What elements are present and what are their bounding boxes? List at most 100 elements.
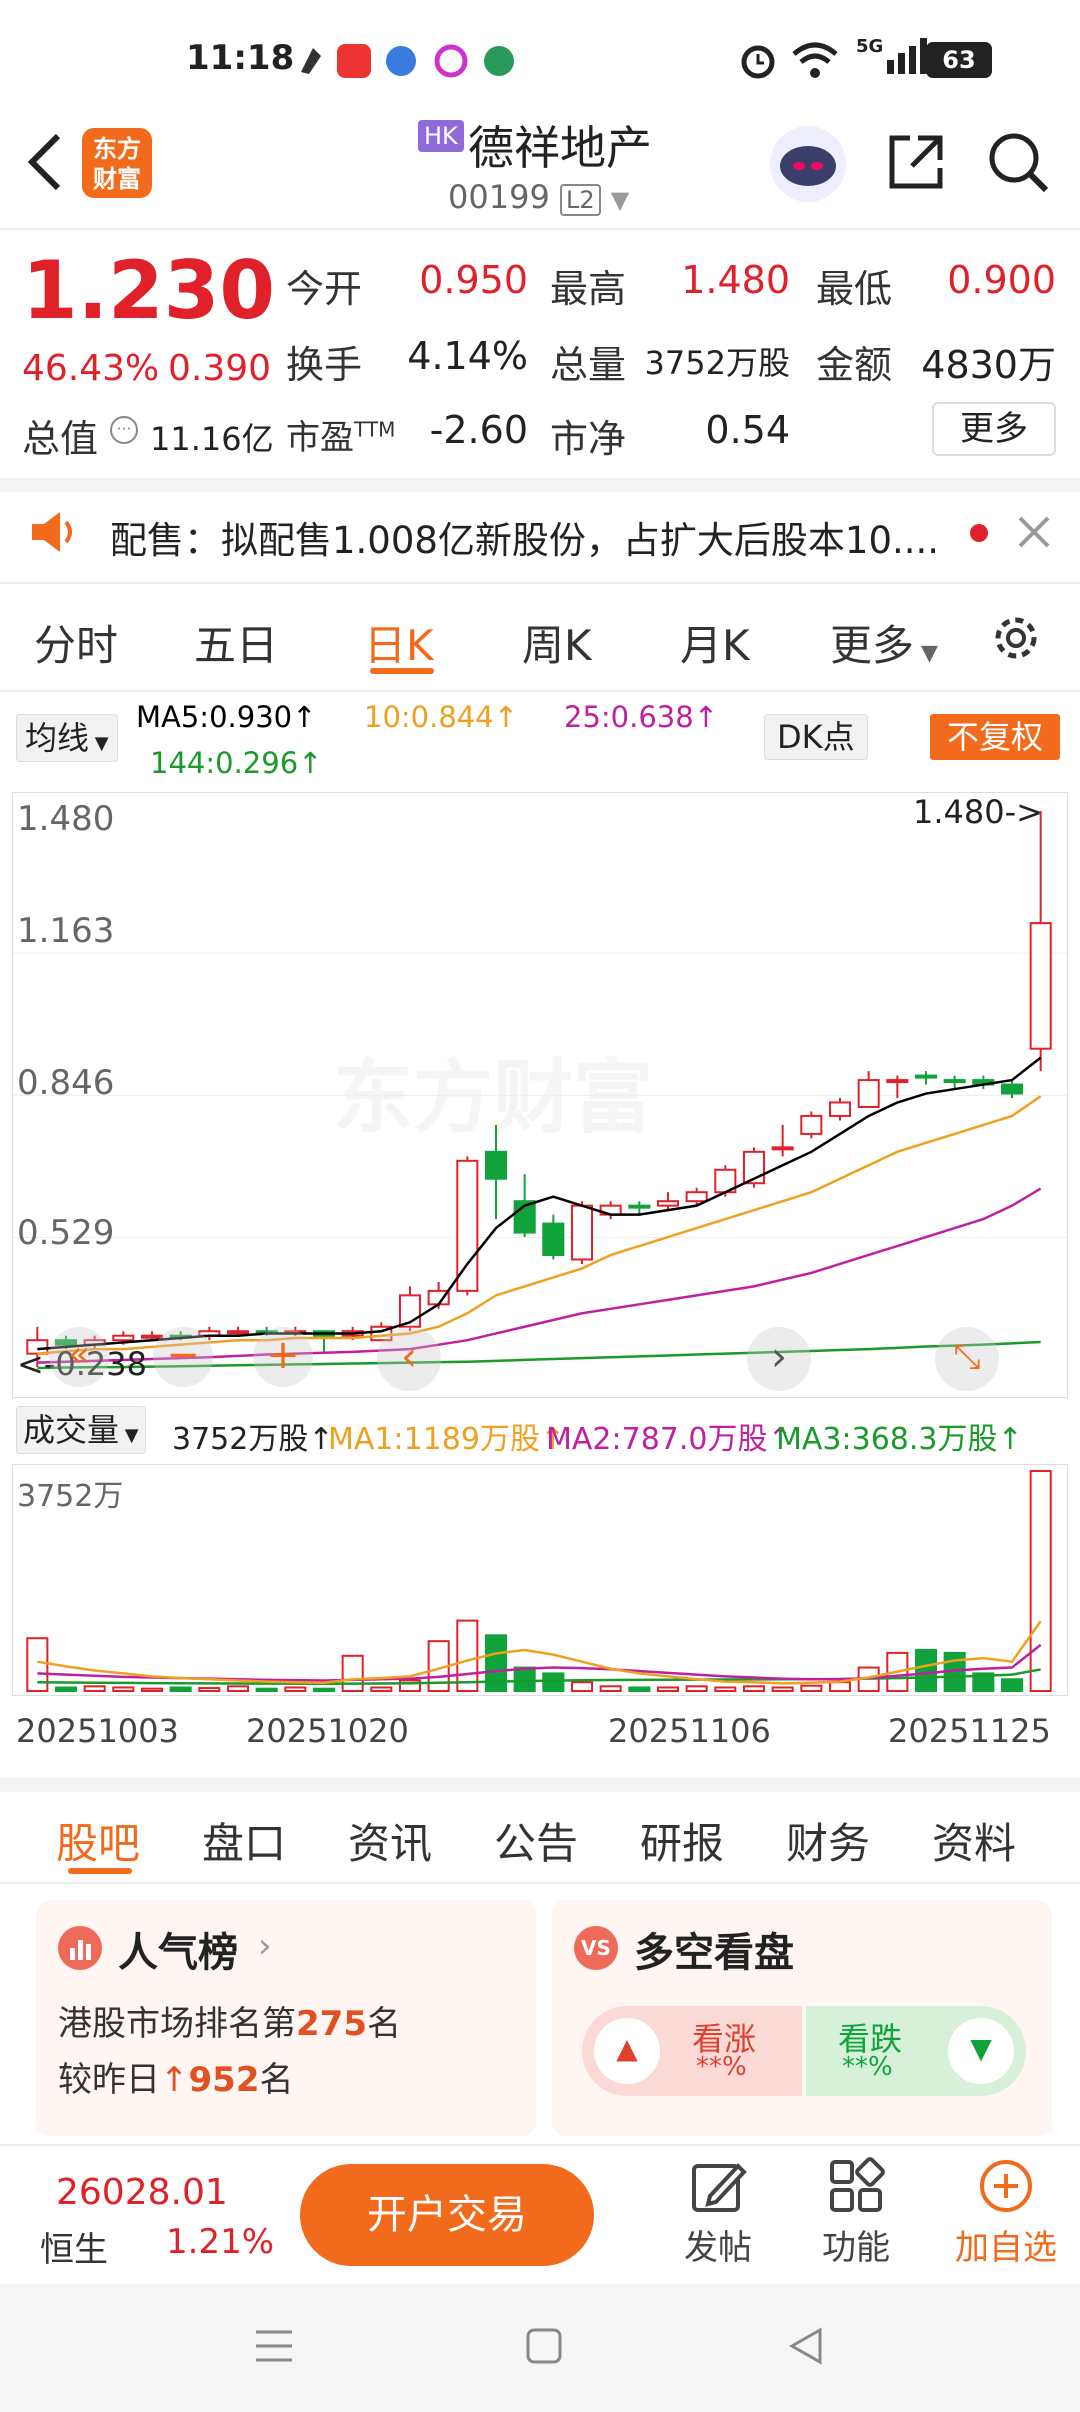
- fullscreen-icon[interactable]: ⤡: [935, 1327, 999, 1391]
- pe-label: 市盈TTM: [286, 410, 395, 459]
- bull-bear-card: VS 多空看盘 ▲ 看涨 **% 看跌 **% ▼: [552, 1900, 1052, 2136]
- candle-body: [656, 1200, 680, 1207]
- market-badge: HK: [418, 120, 464, 152]
- index-name: 恒生: [40, 2230, 108, 2270]
- more-button[interactable]: 更多: [932, 402, 1056, 456]
- active-content-tab-indicator: [68, 1868, 132, 1874]
- kline-svg: [13, 811, 1067, 1370]
- pb-value: 0.54: [705, 408, 790, 452]
- stock-code: 00199: [448, 178, 550, 216]
- volume-bar: [800, 1684, 823, 1692]
- function-button[interactable]: 功能: [806, 2156, 906, 2269]
- volume-bar: [742, 1685, 766, 1693]
- volume-bar: [284, 1686, 307, 1692]
- tab-more[interactable]: 更多 ▼: [830, 612, 938, 673]
- change-percent: 46.43%: [22, 348, 160, 389]
- candle-body: [1029, 922, 1052, 1050]
- amount-value: 4830万: [921, 343, 1056, 387]
- gear-icon[interactable]: [990, 612, 1042, 668]
- add-watchlist-button[interactable]: 加自选: [946, 2156, 1066, 2269]
- volume-value: 3752万股: [644, 344, 790, 382]
- candle-body: [685, 1191, 708, 1203]
- info-icon[interactable]: ···: [110, 416, 138, 444]
- pe-label-text: 市盈: [286, 418, 354, 458]
- candle-body: [886, 1079, 909, 1084]
- caret-down-icon: ▼: [914, 641, 938, 666]
- volume-bar: [513, 1666, 536, 1692]
- zoom-out-icon[interactable]: −: [153, 1327, 213, 1387]
- tab-daily-k[interactable]: 日K: [364, 612, 434, 673]
- candle-body: [226, 1330, 250, 1335]
- speaker-icon: [30, 510, 80, 558]
- tab-profile[interactable]: 资料: [932, 1810, 1016, 1871]
- tab-research[interactable]: 研报: [640, 1810, 724, 1871]
- ma144-value: 144:0.296↑: [150, 746, 323, 780]
- popularity-card[interactable]: 人气榜 › 港股市场排名第275名 较昨日↑952名: [36, 1900, 536, 2136]
- home-nav-icon[interactable]: [524, 2326, 564, 2370]
- volume-label: 总量: [550, 343, 627, 387]
- volume-bar: [255, 1687, 278, 1693]
- tab-financials[interactable]: 财务: [786, 1810, 870, 1871]
- menu-nav-icon[interactable]: [254, 2326, 294, 2370]
- dk-selector[interactable]: DK点: [764, 714, 868, 760]
- ma-selector[interactable]: 均线 ▼: [16, 714, 118, 762]
- price-label-3: 0.846: [17, 1063, 115, 1103]
- chevron-right-icon: ›: [258, 1926, 272, 1966]
- candle-body: [456, 1159, 479, 1292]
- grid-icon: [830, 2157, 885, 2212]
- stock-code-selector[interactable]: 00199 L2 ▼: [448, 178, 629, 216]
- ma5-line: [37, 1056, 1042, 1351]
- pe-ttm: TTM: [354, 417, 396, 442]
- robot-assistant-icon[interactable]: [770, 126, 846, 202]
- price-label-max: 1.480: [17, 799, 115, 839]
- bull-bear-title: 多空看盘: [634, 1930, 794, 1976]
- logo-line1: 东方: [93, 135, 141, 163]
- index-value[interactable]: 26028.01: [56, 2172, 228, 2213]
- close-icon[interactable]: [1016, 514, 1052, 554]
- search-icon[interactable]: [986, 130, 1050, 198]
- bull-button[interactable]: ▲ 看涨 **%: [582, 2006, 802, 2096]
- tab-orderbook[interactable]: 盘口: [202, 1810, 286, 1871]
- active-tab-indicator: [370, 668, 434, 674]
- signal-icon: 5G: [856, 36, 933, 76]
- volume-bar: [312, 1687, 336, 1693]
- notice-text: 配售：拟配售1.008亿新股份，占扩大后股本10....: [110, 519, 940, 562]
- volume-bar: [914, 1648, 938, 1693]
- tab-five-day[interactable]: 五日: [194, 612, 278, 673]
- indicator-selector[interactable]: 成交量 ▼: [16, 1406, 146, 1454]
- tab-monthly-k[interactable]: 月K: [680, 612, 750, 673]
- volume-bar: [1000, 1678, 1024, 1692]
- bear-button[interactable]: 看跌 **% ▼: [806, 2006, 1026, 2096]
- volume-bar: [140, 1687, 164, 1693]
- kline-chart[interactable]: 东方财富 1.480 1.163 0.846 0.529 1.480-> <-0…: [12, 792, 1068, 1398]
- tab-intraday[interactable]: 分时: [34, 612, 118, 673]
- current-price: 1.230: [22, 244, 276, 337]
- turnover-label: 换手: [286, 343, 363, 387]
- post-button[interactable]: 发帖: [668, 2156, 768, 2269]
- tab-forum[interactable]: 股吧: [56, 1810, 140, 1871]
- adjustment-button[interactable]: 不复权: [930, 714, 1060, 760]
- prev-icon[interactable]: ‹: [377, 1327, 441, 1391]
- post-label: 发帖: [684, 2228, 752, 2268]
- tab-news[interactable]: 资讯: [348, 1810, 432, 1871]
- battery-icon: 63: [926, 42, 992, 78]
- battery-level: 63: [942, 46, 976, 74]
- volume-axis-top: 3752万: [17, 1479, 124, 1514]
- tab-announcements[interactable]: 公告: [494, 1810, 578, 1871]
- pb-label: 市净: [550, 417, 627, 461]
- back-nav-icon[interactable]: [786, 2326, 826, 2370]
- next-icon[interactable]: ›: [747, 1327, 811, 1391]
- popularity-title: 人气榜: [118, 1930, 238, 1976]
- volume-bar: [570, 1681, 594, 1693]
- share-icon[interactable]: [884, 130, 948, 198]
- tab-weekly-k[interactable]: 周K: [522, 612, 592, 673]
- volume-chart[interactable]: 3752万: [12, 1464, 1068, 1696]
- caret-down-icon: ▼: [948, 2018, 1014, 2084]
- amount-label: 金额: [816, 343, 893, 387]
- caret-up-icon: ▲: [594, 2018, 660, 2084]
- zoom-in-icon[interactable]: +: [253, 1327, 313, 1387]
- trade-button[interactable]: 开户交易: [300, 2164, 594, 2266]
- scroll-left-icon[interactable]: «: [49, 1327, 109, 1387]
- back-icon[interactable]: [22, 130, 66, 198]
- candle-body: [828, 1101, 852, 1117]
